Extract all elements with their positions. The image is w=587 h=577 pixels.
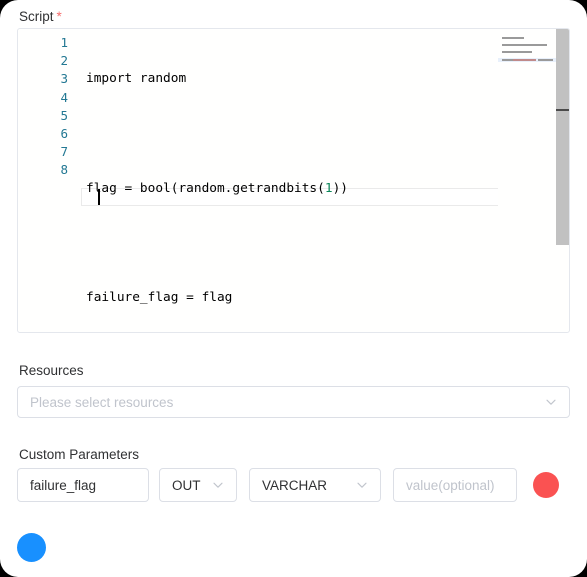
form-body: Script * 1 2 3 4 5 6 7 8 import random f… [0, 0, 587, 577]
chevron-down-icon [545, 396, 557, 408]
custom-parameters-label: Custom Parameters [19, 447, 140, 462]
code-token-number: 1 [324, 180, 333, 196]
minimap-line [502, 37, 524, 39]
editor-code-content[interactable]: import random flag = bool(random.getrand… [86, 34, 569, 332]
minimap-line [502, 59, 513, 61]
code-token: failure_flag = flag [86, 289, 233, 305]
line-number: 3 [60, 71, 68, 87]
code-token: import random [86, 71, 187, 87]
line-number: 7 [60, 144, 68, 160]
parameter-value-input[interactable]: value(optional) [393, 468, 517, 502]
delete-parameter-button[interactable] [533, 472, 559, 498]
code-line: import random [86, 70, 569, 88]
required-asterisk: * [56, 9, 62, 24]
editor-vertical-scrollbar[interactable] [556, 29, 569, 332]
line-number: 1 [60, 35, 68, 50]
chevron-down-icon [212, 479, 224, 491]
script-code-editor[interactable]: 1 2 3 4 5 6 7 8 import random flag = boo… [17, 28, 570, 333]
editor-line-number-gutter: 1 2 3 4 5 6 7 8 [18, 34, 78, 180]
script-label: Script * [19, 9, 62, 24]
code-token: )) [332, 180, 348, 196]
minimap-line [502, 51, 532, 53]
parameter-direction-select[interactable]: OUT [159, 468, 237, 502]
parameter-type-select[interactable]: VARCHAR [249, 468, 381, 502]
parameter-name-input[interactable]: failure_flag [17, 468, 149, 502]
line-number: 6 [60, 126, 68, 142]
line-number: 4 [60, 89, 68, 105]
chevron-down-icon [356, 479, 368, 491]
resources-select-placeholder: Please select resources [30, 394, 174, 410]
parameter-name-value: failure_flag [30, 477, 97, 493]
code-token: flag = bool(random.getrandbits( [86, 180, 325, 196]
script-label-text: Script [19, 9, 54, 24]
minimap-line [513, 59, 536, 61]
script-task-modal: Script * 1 2 3 4 5 6 7 8 import random f… [0, 0, 587, 577]
minimap-line [538, 59, 553, 61]
editor-scrollbar-thumb[interactable] [556, 29, 569, 245]
resources-label: Resources [19, 363, 84, 378]
minimap-line [502, 44, 547, 46]
parameter-type-value: VARCHAR [262, 477, 328, 493]
line-number: 2 [60, 53, 68, 69]
parameter-value-placeholder: value(optional) [406, 477, 495, 493]
parameter-direction-value: OUT [172, 477, 201, 493]
add-parameter-button[interactable] [17, 533, 46, 562]
code-line: failure_flag = flag [86, 289, 569, 307]
editor-scroll-area[interactable]: 1 2 3 4 5 6 7 8 import random flag = boo… [18, 29, 569, 332]
line-number: 8 [60, 162, 68, 178]
editor-scrollbar-divider [556, 109, 569, 111]
line-number: 5 [60, 107, 68, 123]
editor-minimap[interactable] [498, 29, 556, 332]
code-line: flag = bool(random.getrandbits(1)) [86, 180, 569, 198]
resources-select[interactable]: Please select resources [17, 386, 570, 418]
